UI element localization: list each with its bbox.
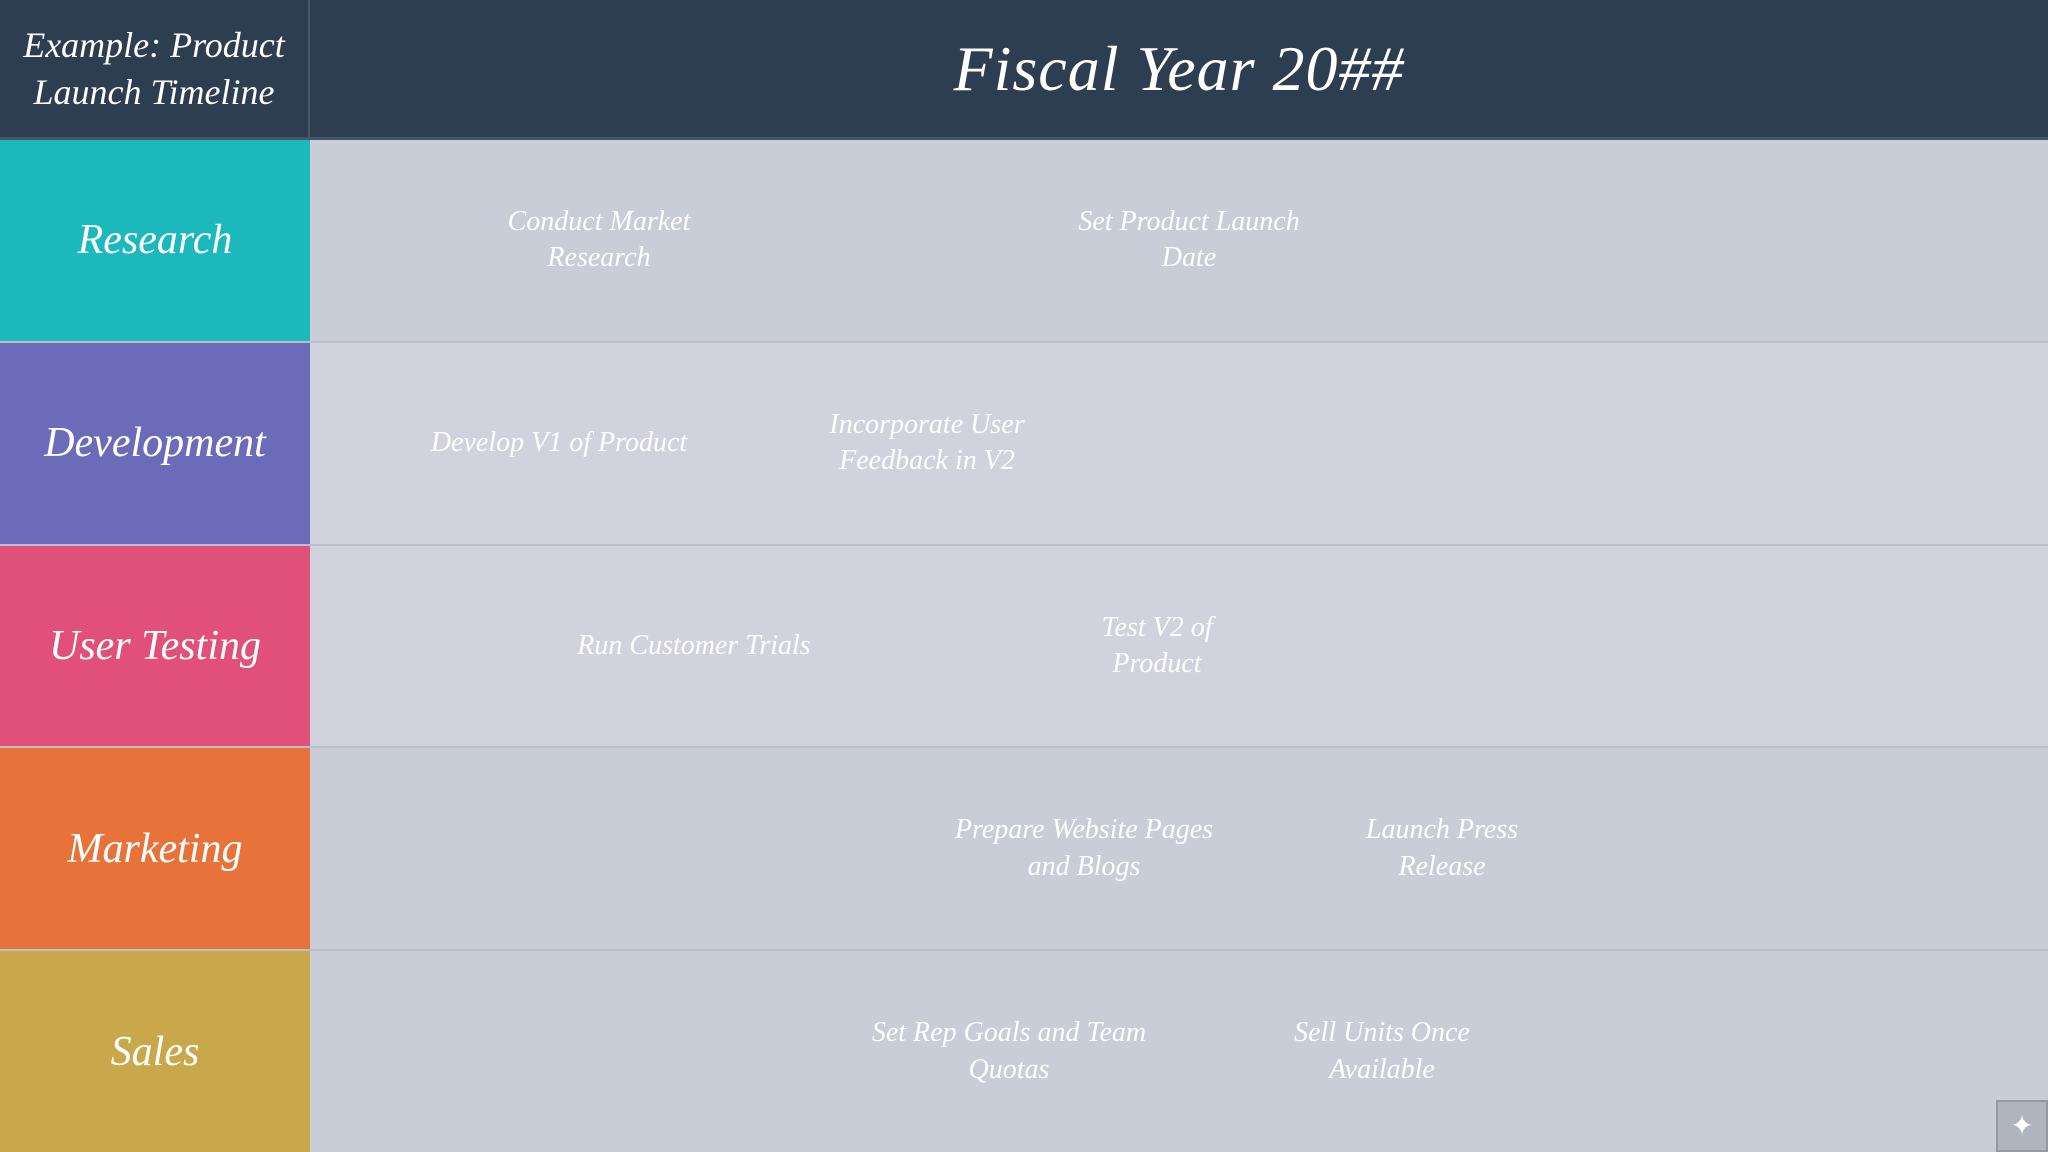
- arrow-shape-set-goals-team-quotas: Set Rep Goals and Team Quotas: [850, 997, 1170, 1107]
- header-left: Example: Product Launch Timeline: [0, 0, 310, 137]
- arrow-body-develop-v1: Develop V1 of Product: [410, 388, 710, 498]
- arrow-sell-units-once-available: Sell Units Once Available: [1230, 997, 1530, 1107]
- arrow-launch-press-release: Launch Press Release: [1300, 794, 1580, 904]
- page-wrapper: Example: Product Launch Timeline Fiscal …: [0, 0, 2048, 1152]
- row-label-sales: Sales: [0, 951, 310, 1152]
- arrow-shape-launch-press-release: Launch Press Release: [1300, 794, 1580, 904]
- row-label-marketing: Marketing: [0, 748, 310, 949]
- row-label-text-research: Research: [78, 216, 233, 264]
- row-timeline-usertesting: Run Customer Trials Test V2 of Product: [310, 546, 2048, 747]
- fiscal-year-title: Fiscal Year 20##: [954, 32, 1405, 106]
- header-row: Example: Product Launch Timeline Fiscal …: [0, 0, 2048, 140]
- arrow-develop-v1: Develop V1 of Product: [410, 388, 710, 498]
- timeline-row-research: Research Conduct Market Research Set Produ…: [0, 140, 2048, 343]
- arrow-shape-prepare-website: Prepare Website Pages and Blogs: [930, 794, 1240, 904]
- row-timeline-sales: Set Rep Goals and Team Quotas Sell Units …: [310, 951, 2048, 1152]
- row-timeline-research: Conduct Market Research Set Product Launc…: [310, 140, 2048, 341]
- arrow-shape-set-product-launch-date: Set Product Launch Date: [1050, 185, 1330, 295]
- arrow-text-test-v2-product: Test V2 of Product: [1054, 610, 1260, 683]
- corner-button-icon: ✦: [2010, 1109, 2033, 1143]
- arrow-body-prepare-website: Prepare Website Pages and Blogs: [930, 794, 1240, 904]
- arrow-text-run-customer-trials: Run Customer Trials: [577, 628, 810, 664]
- arrow-body-run-customer-trials: Run Customer Trials: [530, 591, 860, 701]
- arrow-body-conduct-market-research: Conduct Market Research: [450, 185, 750, 295]
- arrow-body-sell-units-once-available: Sell Units Once Available: [1230, 997, 1530, 1107]
- arrow-incorporate-user-feedback: Incorporate User Feedback in V2: [770, 388, 1080, 498]
- arrow-text-incorporate-user-feedback: Incorporate User Feedback in V2: [794, 407, 1060, 480]
- arrow-text-set-goals-team-quotas: Set Rep Goals and Team Quotas: [868, 1015, 1150, 1088]
- arrow-set-goals-team-quotas: Set Rep Goals and Team Quotas: [850, 997, 1170, 1107]
- header-right: Fiscal Year 20##: [310, 0, 2048, 137]
- arrow-body-incorporate-user-feedback: Incorporate User Feedback in V2: [770, 388, 1080, 498]
- row-label-text-sales: Sales: [111, 1028, 200, 1076]
- timeline-row-usertesting: User Testing Run Customer Trials Test V2 o…: [0, 546, 2048, 749]
- arrow-text-launch-press-release: Launch Press Release: [1324, 812, 1560, 885]
- row-timeline-marketing: Prepare Website Pages and Blogs Launch Pr…: [310, 748, 2048, 949]
- timeline-row-sales: Sales Set Rep Goals and Team Quotas Sell U…: [0, 951, 2048, 1152]
- arrow-text-sell-units-once-available: Sell Units Once Available: [1254, 1015, 1510, 1088]
- row-label-text-marketing: Marketing: [68, 825, 243, 873]
- arrow-shape-run-customer-trials: Run Customer Trials: [530, 591, 860, 701]
- timeline-row-marketing: Marketing Prepare Website Pages and Blogs…: [0, 748, 2048, 951]
- row-label-development: Development: [0, 343, 310, 544]
- arrow-text-set-product-launch-date: Set Product Launch Date: [1068, 204, 1310, 277]
- corner-button[interactable]: ✦: [1996, 1100, 2048, 1152]
- arrow-run-customer-trials: Run Customer Trials: [530, 591, 860, 701]
- arrow-text-prepare-website: Prepare Website Pages and Blogs: [948, 812, 1220, 885]
- row-label-text-usertesting: User Testing: [49, 622, 261, 670]
- content-area: Research Conduct Market Research Set Produ…: [0, 140, 2048, 1152]
- arrow-shape-develop-v1: Develop V1 of Product: [410, 388, 710, 498]
- arrow-set-product-launch-date: Set Product Launch Date: [1050, 185, 1330, 295]
- header-title: Example: Product Launch Timeline: [18, 22, 290, 116]
- arrow-shape-test-v2-product: Test V2 of Product: [1030, 591, 1280, 701]
- arrow-text-conduct-market-research: Conduct Market Research: [468, 204, 730, 277]
- arrow-body-set-goals-team-quotas: Set Rep Goals and Team Quotas: [850, 997, 1170, 1107]
- arrow-test-v2-product: Test V2 of Product: [1030, 591, 1280, 701]
- arrow-conduct-market-research: Conduct Market Research: [450, 185, 750, 295]
- arrow-body-test-v2-product: Test V2 of Product: [1030, 591, 1280, 701]
- arrow-body-set-product-launch-date: Set Product Launch Date: [1050, 185, 1330, 295]
- row-label-usertesting: User Testing: [0, 546, 310, 747]
- arrow-body-launch-press-release: Launch Press Release: [1300, 794, 1580, 904]
- arrow-shape-sell-units-once-available: Sell Units Once Available: [1230, 997, 1530, 1107]
- arrow-shape-incorporate-user-feedback: Incorporate User Feedback in V2: [770, 388, 1080, 498]
- row-label-research: Research: [0, 140, 310, 341]
- row-label-text-development: Development: [44, 419, 266, 467]
- row-timeline-development: Develop V1 of Product Incorporate User Fe…: [310, 343, 2048, 544]
- arrow-prepare-website: Prepare Website Pages and Blogs: [930, 794, 1240, 904]
- arrow-text-develop-v1: Develop V1 of Product: [431, 425, 687, 461]
- timeline-row-development: Development Develop V1 of Product Incorpor…: [0, 343, 2048, 546]
- arrow-shape-conduct-market-research: Conduct Market Research: [450, 185, 750, 295]
